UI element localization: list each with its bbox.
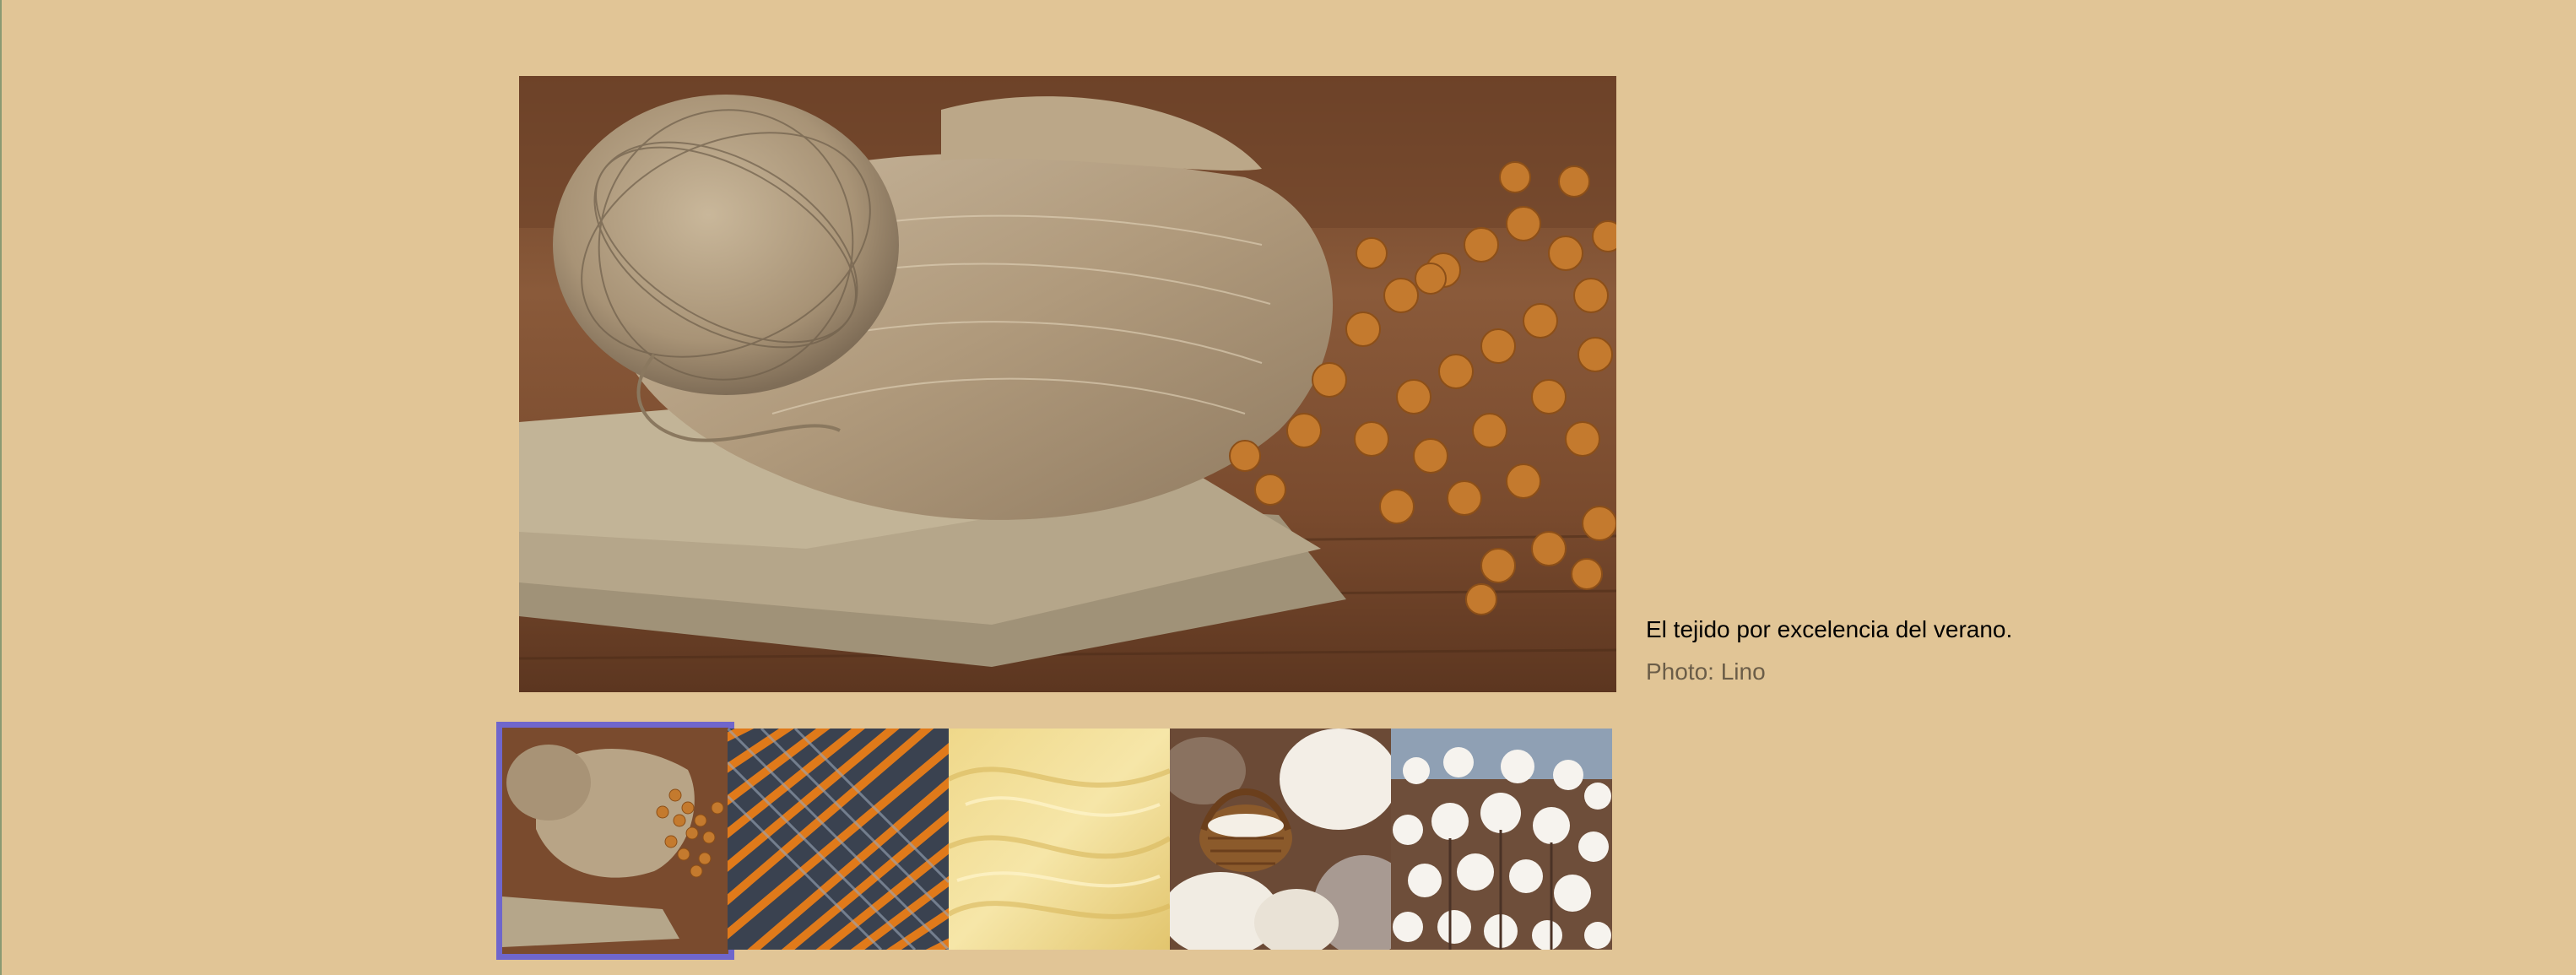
page-left-border (0, 0, 2, 975)
main-photo (519, 76, 1616, 692)
yellow-silk-thumbnail-icon (949, 729, 1170, 950)
thumbnail-yellow-silk[interactable] (949, 729, 1170, 950)
photo-credit: Photo: Lino (1646, 658, 1766, 685)
photo-caption: El tejido por excelencia del verano. (1646, 616, 2013, 642)
linen-thumbnail-icon (502, 728, 728, 954)
thumbnail-linen[interactable] (496, 722, 734, 960)
wool-basket-thumbnail-icon (1170, 729, 1391, 950)
woven-fabric-thumbnail-icon (728, 729, 949, 950)
linen-yarn-photo-icon (519, 76, 1616, 692)
caption-block: El tejido por excelencia del verano. Pho… (1646, 616, 2012, 685)
thumbnail-woven-fabric[interactable] (728, 729, 949, 950)
thumbnail-wool-basket[interactable] (1170, 729, 1391, 950)
thumbnail-cotton-field[interactable] (1391, 729, 1612, 950)
cotton-field-thumbnail-icon (1391, 729, 1612, 950)
thumbnail-strip (496, 722, 1612, 962)
